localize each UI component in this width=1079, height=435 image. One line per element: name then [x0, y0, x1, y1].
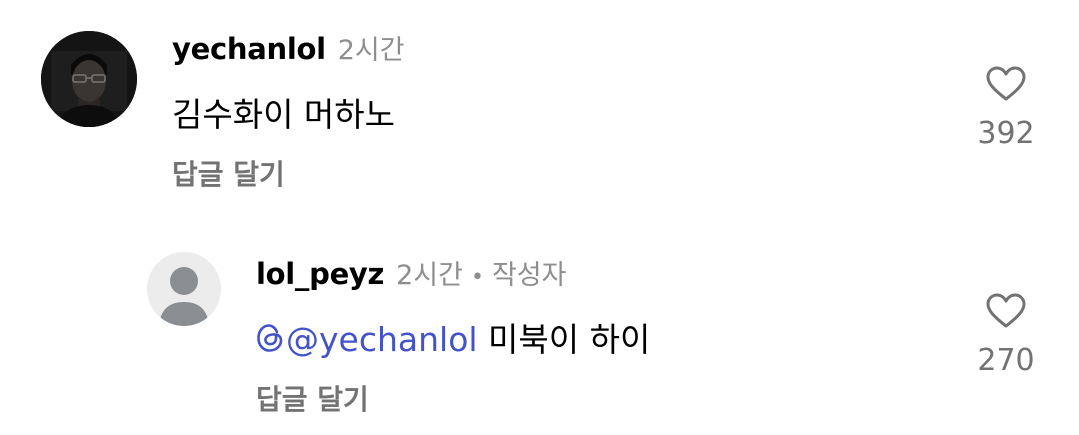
- timestamp: 2시간: [396, 260, 463, 291]
- threads-icon: [257, 324, 283, 352]
- avatar[interactable]: [147, 252, 221, 326]
- reply-button[interactable]: 답글 달기: [256, 378, 369, 418]
- profile-photo-icon: [41, 31, 137, 127]
- reply-button[interactable]: 답글 달기: [172, 153, 285, 193]
- meta-separator: •: [470, 265, 484, 290]
- like-count: 392: [977, 116, 1035, 151]
- mention-link[interactable]: @yechanlol: [256, 320, 478, 359]
- mention-text: @yechanlol: [286, 320, 478, 359]
- default-avatar-icon: [147, 252, 221, 326]
- like-count: 270: [977, 343, 1035, 378]
- username[interactable]: yechanlol: [172, 32, 326, 66]
- comment-text: @yechanlol 미북이 하이: [256, 313, 650, 361]
- comment-text-rest: 미북이 하이: [477, 320, 651, 359]
- heart-icon[interactable]: [986, 66, 1026, 102]
- comment-meta: yechanlol 2시간: [172, 28, 405, 67]
- comment-text: 김수화이 머하노: [172, 95, 396, 134]
- comment-meta: lol_peyz 2시간 • 작성자: [256, 253, 567, 292]
- like-block: 392: [966, 66, 1046, 151]
- like-block: 270: [966, 293, 1046, 378]
- author-tag: 작성자: [491, 260, 567, 291]
- timestamp: 2시간: [337, 35, 405, 66]
- username[interactable]: lol_peyz: [256, 257, 384, 291]
- heart-icon[interactable]: [986, 293, 1026, 329]
- avatar[interactable]: [41, 31, 137, 127]
